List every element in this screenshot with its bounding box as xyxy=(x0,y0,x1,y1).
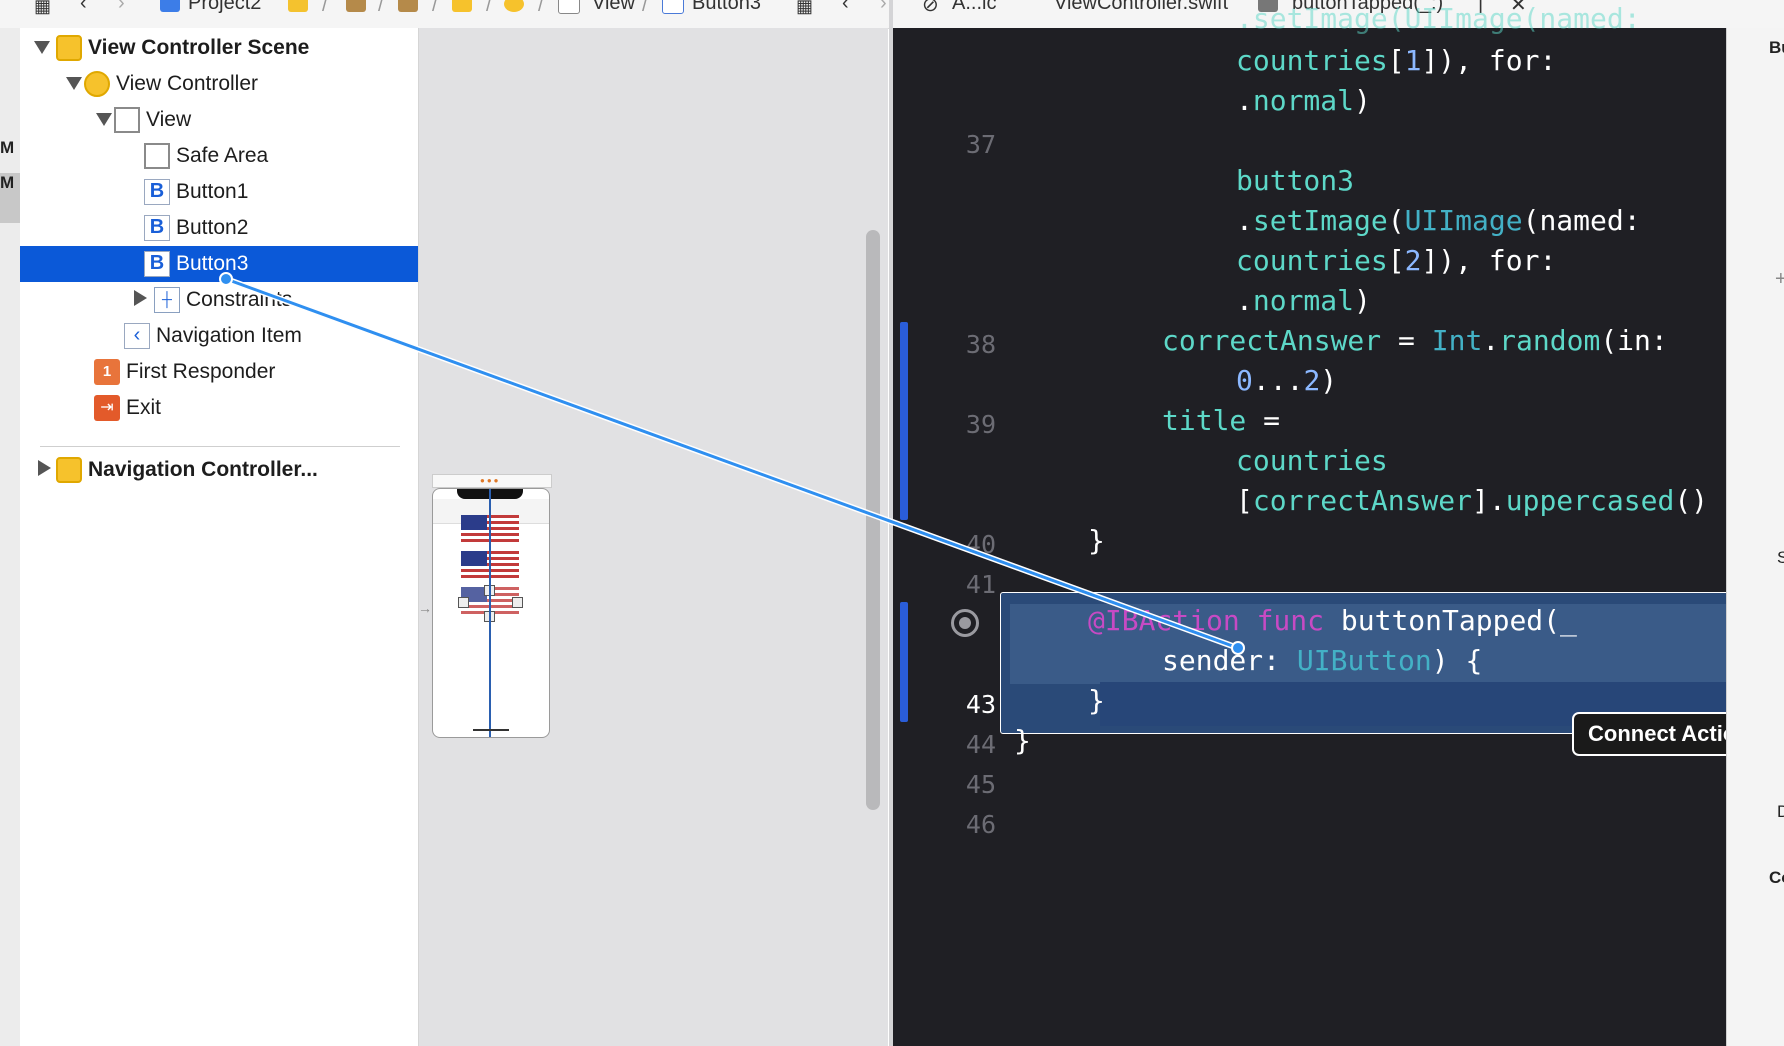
inspector-label: Co xyxy=(1769,868,1784,887)
add-icon[interactable]: + xyxy=(1775,268,1784,291)
inspector-label: S xyxy=(1777,548,1784,567)
inspector-label: Bu xyxy=(1769,38,1784,57)
inspector-label: D xyxy=(1777,802,1784,821)
connection-drag-line xyxy=(219,272,1245,655)
connection-end-handle xyxy=(1231,641,1245,655)
inspector-panel: Bu + S D Co xyxy=(1726,28,1784,1046)
connection-line xyxy=(225,277,1239,650)
connection-start-handle xyxy=(219,272,233,286)
